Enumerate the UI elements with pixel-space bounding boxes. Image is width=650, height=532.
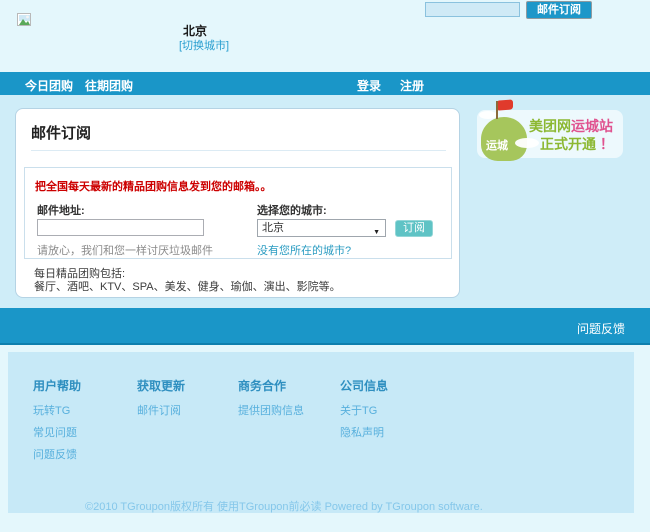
- nav-item-past-deals[interactable]: 往期团购: [85, 77, 133, 94]
- badge-open-text: 正式开通: [540, 136, 596, 152]
- red-flag-icon: [498, 99, 513, 111]
- footer-link-faq[interactable]: 常见问题: [33, 424, 81, 440]
- divider: [31, 150, 446, 151]
- card-title: 邮件订阅: [31, 125, 92, 142]
- feedback-link[interactable]: 问题反馈: [577, 320, 625, 337]
- no-city-link[interactable]: 没有您所在的城市?: [257, 242, 351, 258]
- footer-col-title: 商务合作: [238, 379, 287, 393]
- cloud-icon: [479, 111, 497, 119]
- main-navbar: 今日团购 往期团购 登录 注册: [0, 72, 650, 95]
- daily-deals-list: 餐厅、酒吧、KTV、SPA、美发、健身、瑜伽、演出、影院等。: [34, 281, 341, 293]
- subscription-form-box: 把全国每天最新的精品团购信息发到您的邮箱。。 邮件地址: 请放心，我们和您一样讨…: [24, 167, 452, 259]
- header-subscribe-button[interactable]: 邮件订阅: [526, 1, 592, 19]
- footer-col-title: 获取更新: [137, 379, 186, 393]
- feedback-bar: 问题反馈: [0, 308, 650, 345]
- page: 邮件订阅 北京 [切换城市] 今日团购 往期团购 登录 注册 邮件订阅 把全国每…: [0, 0, 650, 532]
- footer-col-get-updates: 获取更新 邮件订阅: [137, 377, 185, 424]
- nav-item-login[interactable]: 登录: [357, 77, 381, 94]
- footer-col-business: 商务合作 提供团购信息: [238, 377, 304, 424]
- email-address-label: 邮件地址:: [37, 205, 85, 217]
- footer-col-user-help: 用户帮助 玩转TG 常见问题 问题反馈: [33, 377, 81, 468]
- subscribe-button[interactable]: 订阅: [395, 220, 433, 237]
- header-search-input[interactable]: [425, 2, 520, 17]
- badge-exclaim-text: ！: [596, 136, 614, 152]
- footer-col-title: 用户帮助: [33, 379, 82, 393]
- logo-broken-image-icon: [17, 13, 31, 26]
- footer-panel: 用户帮助 玩转TG 常见问题 问题反馈 获取更新 邮件订阅 商务合作 提供团购信…: [8, 352, 634, 513]
- email-hint-text: 请放心，我们和您一样讨厌垃圾邮件: [37, 245, 213, 257]
- switch-city-link[interactable]: [切换城市]: [179, 37, 229, 53]
- footer-link-feedback[interactable]: 问题反馈: [33, 446, 81, 462]
- city-select-label: 选择您的城市:: [257, 205, 327, 217]
- copyright-text: ©2010 TGroupon版权所有 使用TGroupon前必读 Powered…: [85, 501, 483, 513]
- footer-link-provide-deals[interactable]: 提供团购信息: [238, 402, 304, 418]
- email-subscription-card: 邮件订阅 把全国每天最新的精品团购信息发到您的邮箱。。 邮件地址: 请放心，我们…: [15, 108, 460, 298]
- header: 邮件订阅 北京 [切换城市]: [0, 0, 650, 72]
- footer-link-about-tg[interactable]: 关于TG: [340, 402, 388, 418]
- footer-link-play-tg[interactable]: 玩转TG: [33, 402, 81, 418]
- footer: 用户帮助 玩转TG 常见问题 问题反馈 获取更新 邮件订阅 商务合作 提供团购信…: [0, 347, 650, 532]
- nav-item-today-deals[interactable]: 今日团购: [25, 77, 73, 94]
- email-input[interactable]: [37, 219, 204, 236]
- badge-brand-text: 美团网: [529, 118, 571, 134]
- footer-col-title: 公司信息: [340, 379, 389, 393]
- cloud-icon: [515, 138, 539, 148]
- city-select-dropdown[interactable]: 北京 ▼: [257, 219, 386, 237]
- badge-headline-line1: 美团网运城站: [529, 116, 613, 136]
- promo-text: 把全国每天最新的精品团购信息发到您的邮箱。。: [35, 181, 272, 193]
- footer-link-privacy[interactable]: 隐私声明: [340, 424, 388, 440]
- main-content: 邮件订阅 把全国每天最新的精品团购信息发到您的邮箱。。 邮件地址: 请放心，我们…: [0, 95, 650, 308]
- nav-item-register[interactable]: 注册: [400, 77, 424, 94]
- city-launch-promo-badge[interactable]: 运城 美团网运城站 正式开通 ！: [477, 99, 623, 161]
- city-selected-value: 北京: [262, 222, 284, 234]
- footer-col-company: 公司信息 关于TG 隐私声明: [340, 377, 388, 446]
- chevron-down-icon: ▼: [373, 229, 380, 236]
- footer-link-email-subscription[interactable]: 邮件订阅: [137, 402, 185, 418]
- badge-city-site-text: 运城站: [571, 118, 613, 134]
- badge-headline-line2: 正式开通 ！: [540, 134, 614, 154]
- badge-city-label: 运城: [486, 140, 508, 152]
